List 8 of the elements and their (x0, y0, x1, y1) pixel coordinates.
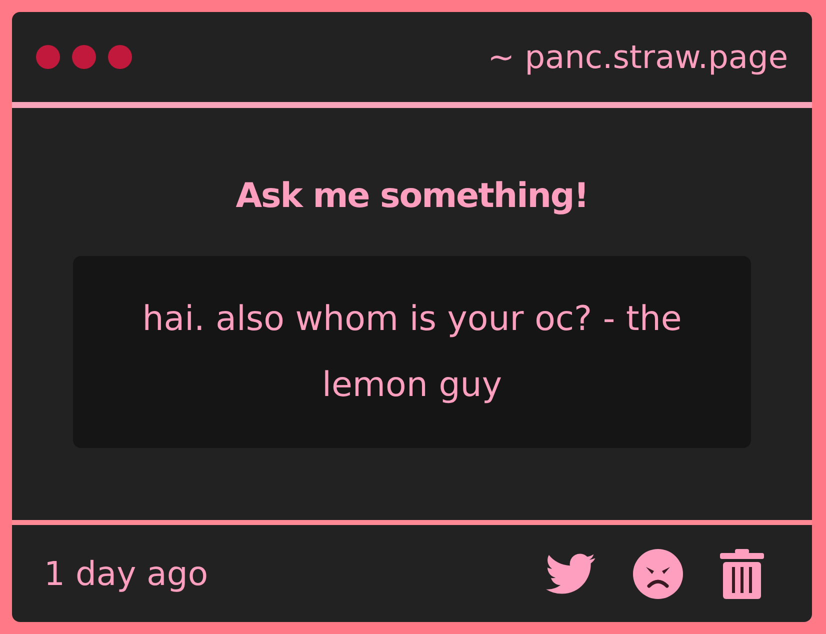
timestamp: 1 day ago (44, 554, 208, 593)
question-text: hai. also whom is your oc? - the lemon guy (141, 298, 683, 407)
prompt-heading: Ask me something! (236, 176, 588, 216)
window-dots-icon (36, 45, 132, 69)
bird-icon[interactable] (546, 552, 596, 594)
angry-face-icon[interactable] (632, 548, 684, 600)
window-title: ~ panc.straw.page (488, 38, 788, 76)
trash-icon[interactable] (720, 548, 764, 598)
